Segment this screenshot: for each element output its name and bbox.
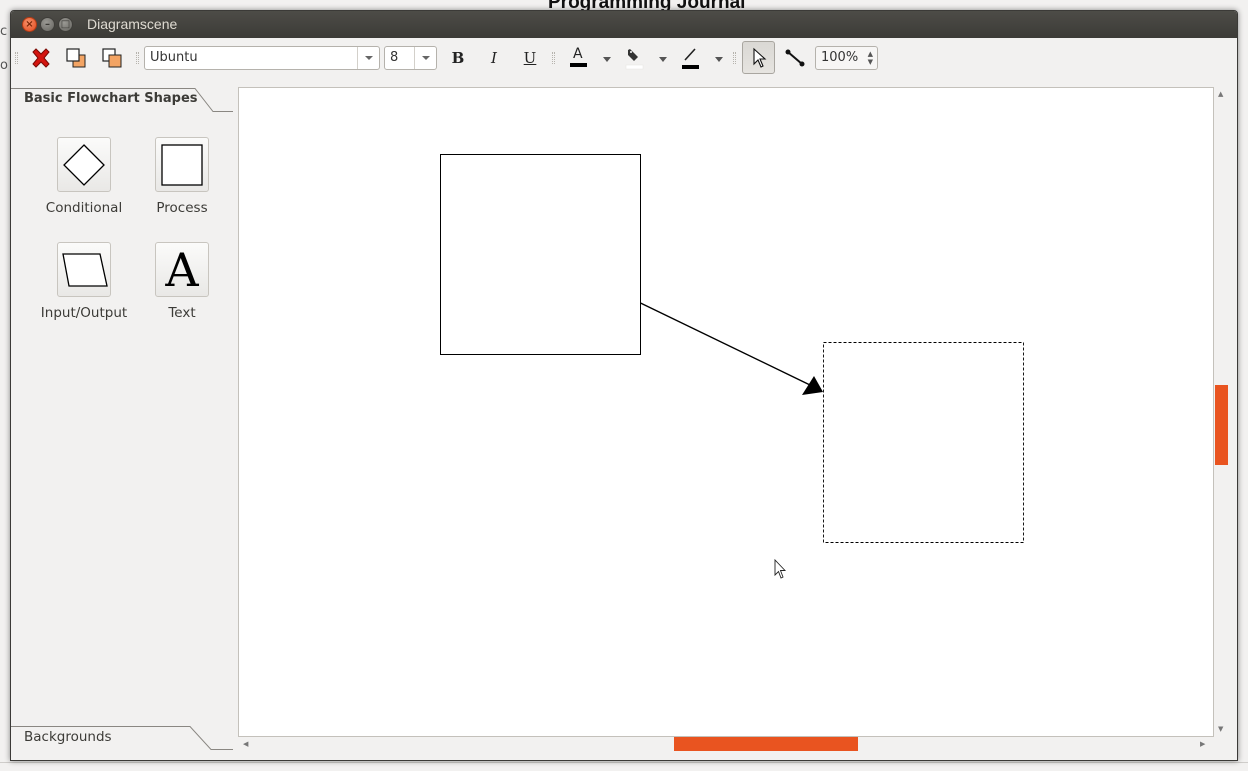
toolbar-grip[interactable] (733, 52, 736, 64)
fill-color-icon (625, 49, 644, 70)
background-text-fragment: c (0, 24, 8, 39)
delete-icon (32, 48, 50, 68)
font-color-button[interactable]: A (564, 43, 594, 73)
zoom-spinbox[interactable]: 100% ▲ ▼ (815, 46, 878, 70)
fill-color-dropdown[interactable] (659, 57, 667, 62)
background-text-fragment: o (0, 58, 8, 73)
selected-box[interactable] (823, 342, 1024, 543)
toolbar-grip[interactable] (136, 52, 139, 64)
text-icon: A (165, 242, 199, 297)
font-size-value: 8 (390, 50, 399, 65)
shape-process-label: Process (156, 200, 208, 216)
tab-basic-flowchart-shapes[interactable]: Basic Flowchart Shapes (11, 88, 233, 112)
diagram-scene (440, 154, 1024, 579)
process-box[interactable] (440, 154, 641, 355)
line-connector-button[interactable] (780, 43, 810, 73)
bring-to-front-button[interactable] (61, 43, 91, 73)
font-size-combo[interactable]: 8 (384, 46, 437, 70)
fill-color-button[interactable] (620, 43, 650, 73)
vertical-scroll-thumb[interactable] (1215, 385, 1228, 465)
scroll-up-icon[interactable]: ▲ (1218, 90, 1223, 98)
square-icon (161, 143, 203, 186)
toolbar-grip[interactable] (15, 52, 18, 64)
shape-process-button[interactable] (155, 137, 209, 192)
scroll-right-icon[interactable]: ▶ (1200, 740, 1205, 748)
toolbar-grip[interactable] (552, 52, 555, 64)
window-close-button[interactable]: × (22, 17, 37, 32)
italic-button[interactable]: I (481, 46, 507, 70)
font-family-combo[interactable]: Ubuntu (144, 46, 380, 70)
arrow-connector[interactable] (640, 302, 811, 386)
shapes-panel: Basic Flowchart Shapes Conditional Proce… (11, 78, 233, 760)
send-to-back-icon (102, 48, 122, 68)
zoom-spin-arrows[interactable]: ▲ ▼ (868, 50, 873, 66)
minimize-icon: – (45, 19, 50, 30)
font-family-value: Ubuntu (150, 50, 198, 65)
mouse-cursor-icon (774, 558, 787, 579)
line-color-button[interactable] (676, 43, 706, 73)
tab-backgrounds[interactable]: Backgrounds (11, 726, 233, 752)
pointer-mode-button[interactable] (742, 41, 775, 74)
scroll-down-icon[interactable]: ▼ (1218, 725, 1223, 733)
parallelogram-icon (62, 252, 108, 287)
font-color-icon: A (570, 46, 588, 69)
spin-up-icon[interactable]: ▲ (868, 50, 873, 58)
maximize-icon: □ (60, 19, 71, 30)
chevron-down-icon[interactable] (357, 47, 379, 69)
font-color-glyph: A (573, 46, 583, 62)
shape-input-output-label: Input/Output (40, 305, 128, 321)
bring-to-front-icon (66, 48, 86, 68)
spin-down-icon[interactable]: ▼ (868, 58, 873, 66)
shape-conditional-button[interactable] (57, 137, 111, 192)
horizontal-scroll-thumb[interactable] (674, 737, 858, 751)
pointer-icon (752, 47, 766, 68)
shape-text-label: Text (168, 305, 196, 321)
window-minimize-button[interactable]: – (40, 17, 55, 32)
arrowhead-icon (802, 376, 823, 395)
title-bar[interactable]: × – □ Diagramscene (11, 11, 1237, 38)
zoom-value: 100% (821, 50, 859, 65)
horizontal-scrollbar[interactable]: ◀ ▶ (238, 737, 1214, 751)
shape-text-button[interactable]: A (155, 242, 209, 297)
line-connector-icon (785, 49, 805, 67)
window-title: Diagramscene (87, 16, 178, 32)
diamond-icon (63, 143, 105, 186)
font-color-dropdown[interactable] (603, 57, 611, 62)
tab-label: Basic Flowchart Shapes (24, 91, 198, 106)
line-color-dropdown[interactable] (715, 57, 723, 62)
diagramscene-window: × – □ Diagramscene Ubuntu 8 B I U A 100%… (10, 10, 1238, 761)
scroll-left-icon[interactable]: ◀ (243, 740, 248, 748)
send-to-back-button[interactable] (97, 43, 127, 73)
vertical-scrollbar[interactable]: ▲ ▼ (1214, 87, 1228, 737)
shape-conditional-label: Conditional (45, 200, 123, 216)
shape-input-output-button[interactable] (57, 242, 111, 297)
chevron-down-icon[interactable] (414, 47, 436, 69)
background-divider (0, 762, 1248, 763)
toolbar: Ubuntu 8 B I U A 100% ▲ ▼ (11, 38, 1237, 78)
diagram-canvas[interactable] (238, 87, 1214, 737)
window-maximize-button[interactable]: □ (58, 17, 73, 32)
underline-button[interactable]: U (517, 46, 543, 70)
line-color-icon (682, 48, 699, 69)
bold-button[interactable]: B (445, 46, 471, 70)
delete-button[interactable] (26, 43, 56, 73)
tab-label: Backgrounds (24, 729, 112, 745)
close-icon: × (25, 19, 34, 30)
